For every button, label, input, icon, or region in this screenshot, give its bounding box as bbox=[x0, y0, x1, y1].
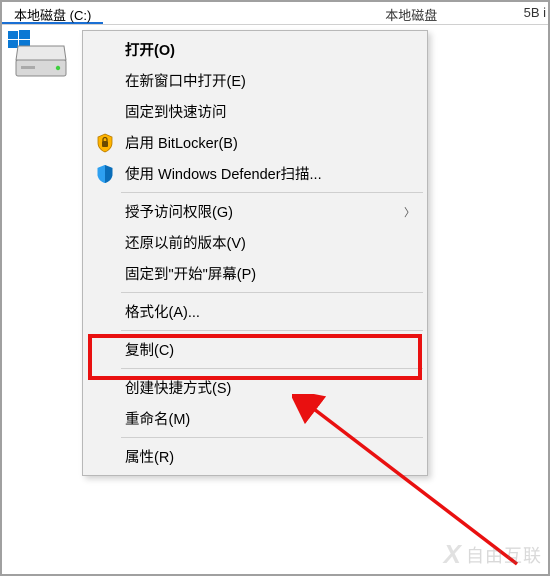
menu-rename-label: 重命名(M) bbox=[125, 408, 190, 429]
menu-properties[interactable]: 属性(R) bbox=[85, 441, 425, 472]
menu-defender-scan[interactable]: 使用 Windows Defender扫描... bbox=[85, 158, 425, 189]
menu-open[interactable]: 打开(O) bbox=[85, 34, 425, 65]
menu-pin-start-label: 固定到"开始"屏幕(P) bbox=[125, 263, 256, 284]
menu-open-new-window[interactable]: 在新窗口中打开(E) bbox=[85, 65, 425, 96]
menu-pin-quick-access-label: 固定到快速访问 bbox=[125, 101, 227, 122]
defender-shield-icon bbox=[95, 164, 115, 184]
menu-separator bbox=[121, 368, 423, 369]
drive-c-item[interactable] bbox=[14, 42, 68, 85]
menu-grant-access[interactable]: 授予访问权限(G) 〉 bbox=[85, 196, 425, 227]
hard-drive-icon bbox=[14, 42, 68, 82]
bitlocker-shield-icon bbox=[95, 133, 115, 153]
menu-separator bbox=[121, 330, 423, 331]
menu-defender-label: 使用 Windows Defender扫描... bbox=[125, 163, 322, 184]
menu-copy-label: 复制(C) bbox=[125, 339, 174, 360]
menu-pin-start[interactable]: 固定到"开始"屏幕(P) bbox=[85, 258, 425, 289]
menu-copy[interactable]: 复制(C) bbox=[85, 334, 425, 365]
submenu-arrow-icon: 〉 bbox=[404, 204, 415, 220]
menu-bitlocker[interactable]: 启用 BitLocker(B) bbox=[85, 127, 425, 158]
menu-properties-label: 属性(R) bbox=[125, 446, 174, 467]
menu-pin-quick-access[interactable]: 固定到快速访问 bbox=[85, 96, 425, 127]
menu-create-shortcut[interactable]: 创建快捷方式(S) bbox=[85, 372, 425, 403]
watermark-x-icon: X bbox=[444, 539, 462, 570]
menu-bitlocker-label: 启用 BitLocker(B) bbox=[125, 132, 238, 153]
menu-format-label: 格式化(A)... bbox=[125, 301, 200, 322]
menu-grant-access-label: 授予访问权限(G) bbox=[125, 201, 233, 222]
drive-context-menu: 打开(O) 在新窗口中打开(E) 固定到快速访问 启用 BitLocker(B)… bbox=[82, 30, 428, 476]
menu-restore-versions-label: 还原以前的版本(V) bbox=[125, 232, 246, 253]
menu-restore-versions[interactable]: 还原以前的版本(V) bbox=[85, 227, 425, 258]
menu-open-label: 打开(O) bbox=[125, 39, 175, 60]
menu-open-new-window-label: 在新窗口中打开(E) bbox=[125, 70, 246, 91]
drive-tabs: 本地磁盘 (C:) 本地磁盘 bbox=[2, 2, 548, 25]
menu-format[interactable]: 格式化(A)... bbox=[85, 296, 425, 327]
watermark-text: 自由互联 bbox=[466, 542, 542, 568]
menu-separator bbox=[121, 292, 423, 293]
tab-drive-c[interactable]: 本地磁盘 (C:) bbox=[2, 2, 103, 24]
menu-separator bbox=[121, 437, 423, 438]
menu-create-shortcut-label: 创建快捷方式(S) bbox=[125, 377, 231, 398]
partial-label: 5B i bbox=[524, 5, 546, 20]
tab-drive-other[interactable]: 本地磁盘 bbox=[373, 2, 449, 24]
menu-rename[interactable]: 重命名(M) bbox=[85, 403, 425, 434]
menu-separator bbox=[121, 192, 423, 193]
watermark: X 自由互联 bbox=[444, 539, 542, 570]
